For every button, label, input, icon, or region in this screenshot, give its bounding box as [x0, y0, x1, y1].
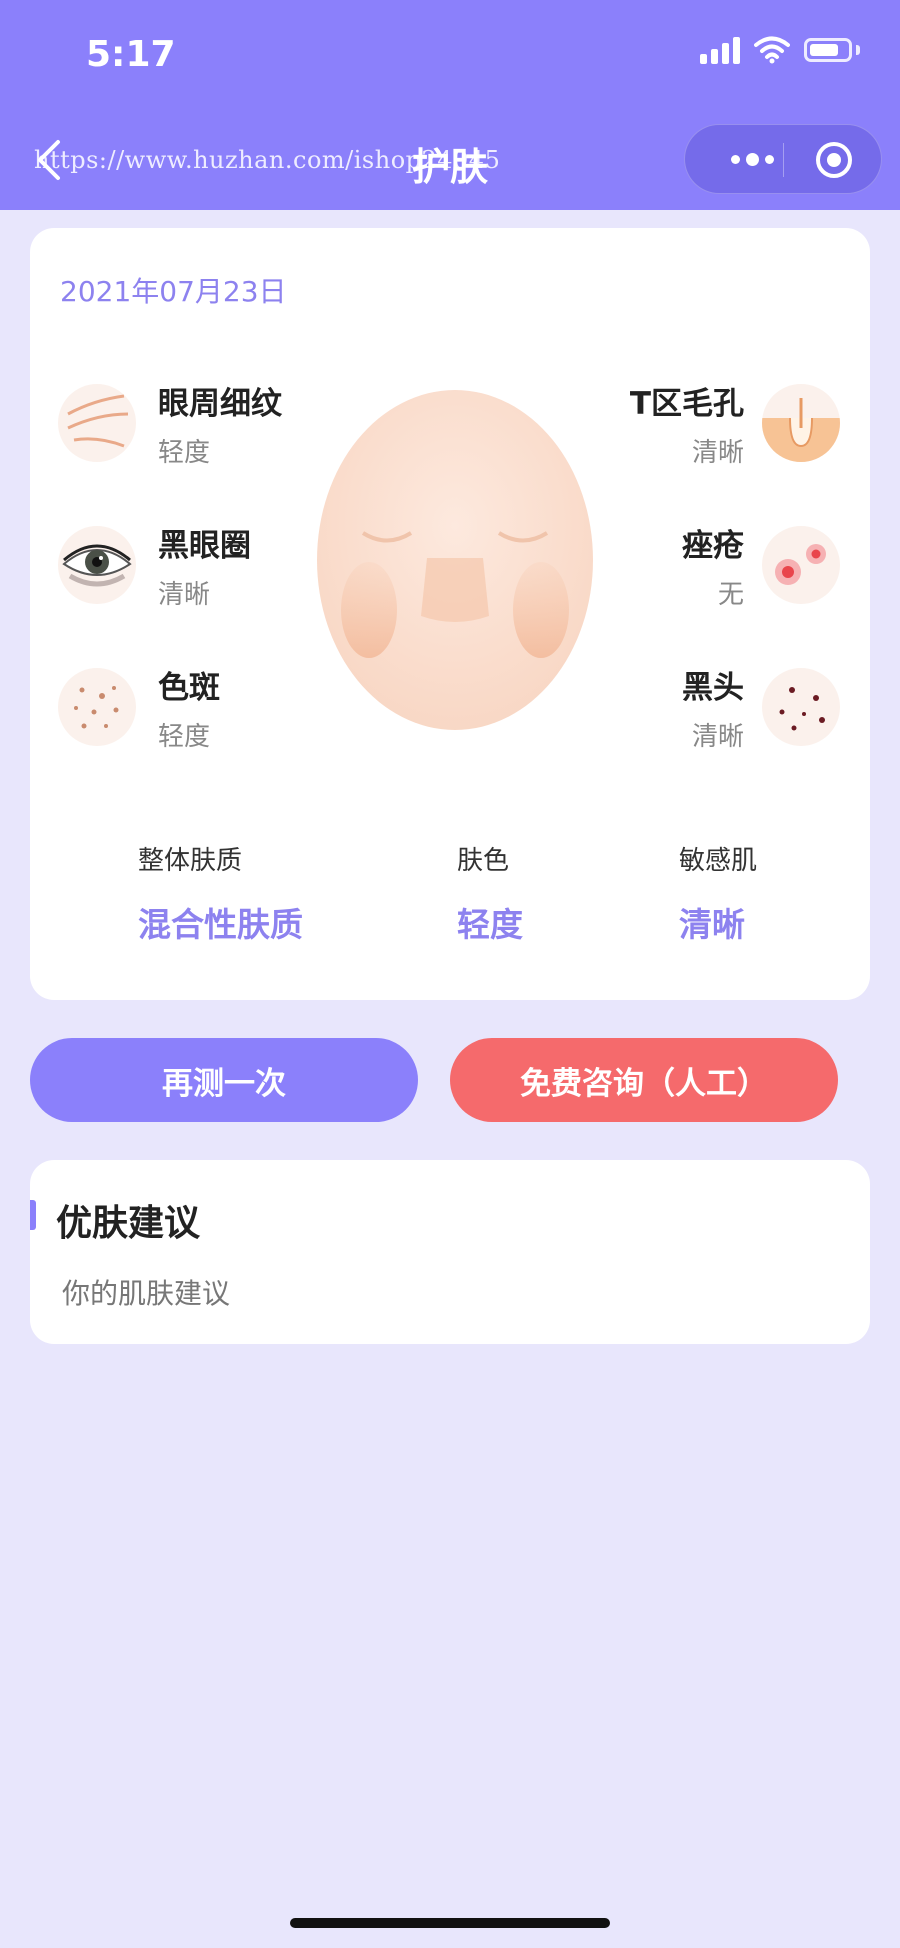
summary-value-skin-type: 混合性肤质	[138, 905, 303, 944]
face-illustration	[317, 390, 593, 730]
eye-wrinkles-icon	[58, 384, 136, 462]
wifi-icon	[754, 36, 790, 64]
home-indicator[interactable]	[290, 1918, 610, 1928]
status-icons	[700, 36, 860, 64]
summary-label-skin-type: 整体肤质	[138, 846, 243, 876]
summary-label-skin-tone: 肤色	[457, 846, 510, 876]
summary-label-sensitive: 敏感肌	[679, 846, 758, 876]
mini-program-capsule	[684, 124, 882, 194]
feature-name: T区毛孔	[629, 386, 744, 422]
retest-button[interactable]: 再测一次	[30, 1038, 418, 1122]
battery-cap	[856, 45, 860, 55]
summary-value-skin-tone: 轻度	[457, 905, 523, 944]
advice-text: 你的肌肤建议	[62, 1277, 231, 1310]
free-consult-button[interactable]: 免费咨询（人工）	[450, 1038, 838, 1122]
feature-name: 色斑	[158, 670, 220, 706]
feature-name: 黑眼圈	[158, 528, 251, 564]
feature-value: 清晰	[691, 722, 744, 752]
feature-name: 痤疮	[682, 528, 744, 564]
spots-icon	[58, 668, 136, 746]
battery-icon	[804, 38, 852, 62]
summary-value-sensitive: 清晰	[679, 905, 745, 944]
capsule-divider	[783, 143, 784, 177]
feature-value: 轻度	[158, 722, 211, 752]
acne-icon	[762, 526, 840, 604]
signal-icon	[700, 36, 740, 64]
feature-name: 眼周细纹	[158, 386, 282, 422]
feature-value: 清晰	[691, 438, 744, 468]
report-date: 2021年07月23日	[60, 275, 287, 308]
status-time: 5:17	[86, 34, 176, 75]
feature-value: 无	[717, 580, 744, 610]
advice-title: 优肤建议	[56, 1203, 201, 1244]
section-accent-bar	[30, 1200, 36, 1230]
feature-value: 轻度	[158, 438, 211, 468]
dark-circle-icon	[58, 526, 136, 604]
more-icon[interactable]	[731, 153, 774, 166]
pore-icon	[762, 384, 840, 462]
skin-report-card: 2021年07月23日 眼周细纹 轻度 黑眼圈 清晰 色斑 轻度 T区毛孔 清晰…	[30, 228, 870, 1000]
close-target-icon[interactable]	[815, 141, 853, 179]
feature-name: 黑头	[682, 670, 744, 706]
skin-advice-card: 优肤建议 你的肌肤建议	[30, 1160, 870, 1344]
header-bar: 5:17 https://www.huzhan.com/ishop24045 护…	[0, 0, 900, 210]
blackhead-icon	[762, 668, 840, 746]
feature-value: 清晰	[158, 580, 211, 610]
